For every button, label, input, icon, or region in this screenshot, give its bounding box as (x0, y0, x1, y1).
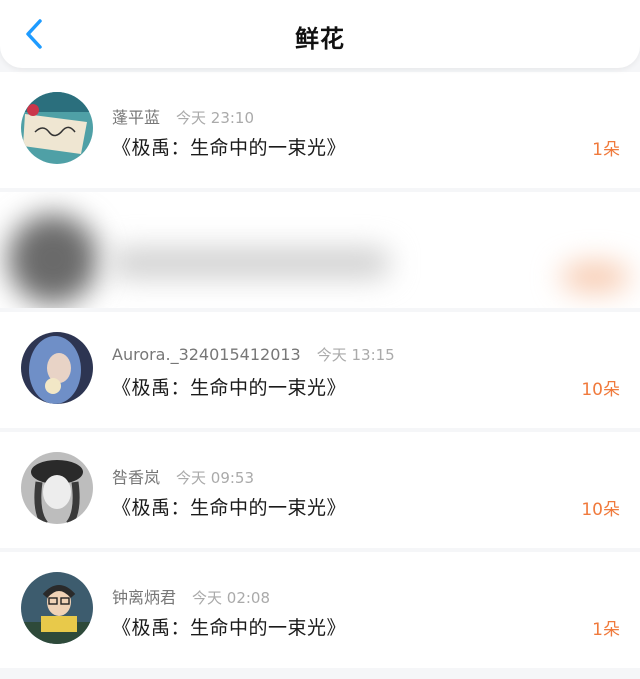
flower-count: 10朵 (581, 500, 620, 520)
list-item[interactable]: 钟离炳君 今天 02:08 《极禹：生命中的一束光》 1朵 (0, 552, 640, 668)
top-bar: 鲜花 (0, 0, 640, 68)
book-title[interactable]: 《极禹：生命中的一束光》 (112, 133, 346, 160)
avatar[interactable] (21, 92, 93, 164)
book-title[interactable]: 《极禹：生命中的一束光》 (112, 613, 346, 640)
timestamp: 今天 23:10 (176, 109, 255, 127)
user-name[interactable]: 咎香岚 (112, 468, 160, 487)
user-name[interactable]: Aurora._324015412013 (112, 345, 301, 364)
timestamp: 今天 09:53 (176, 469, 255, 487)
avatar[interactable] (21, 572, 93, 644)
list-item[interactable]: Aurora._324015412013 今天 13:15 《极禹：生命中的一束光… (0, 312, 640, 428)
avatar[interactable] (21, 332, 93, 404)
timestamp: 今天 13:15 (316, 346, 395, 364)
page-title: 鲜花 (295, 25, 345, 53)
user-name[interactable]: 钟离炳君 (112, 588, 176, 607)
book-title[interactable]: 《极禹：生命中的一束光》 (112, 493, 346, 520)
list-item[interactable]: 咎香岚 今天 09:53 《极禹：生命中的一束光》 10朵 (0, 432, 640, 548)
list-item[interactable]: 蓬平蓝 今天 23:10 《极禹：生命中的一束光》 1朵 (0, 72, 640, 188)
timestamp: 今天 02:08 (192, 589, 271, 607)
user-name[interactable]: 蓬平蓝 (112, 108, 160, 127)
flower-list: 蓬平蓝 今天 23:10 《极禹：生命中的一束光》 1朵 Aurora._3240… (0, 72, 640, 672)
blurred-list-item (0, 192, 640, 308)
book-title[interactable]: 《极禹：生命中的一束光》 (112, 373, 346, 400)
avatar[interactable] (21, 452, 93, 524)
flower-count: 1朵 (592, 620, 620, 640)
flower-count: 10朵 (581, 380, 620, 400)
flower-count: 1朵 (592, 140, 620, 160)
